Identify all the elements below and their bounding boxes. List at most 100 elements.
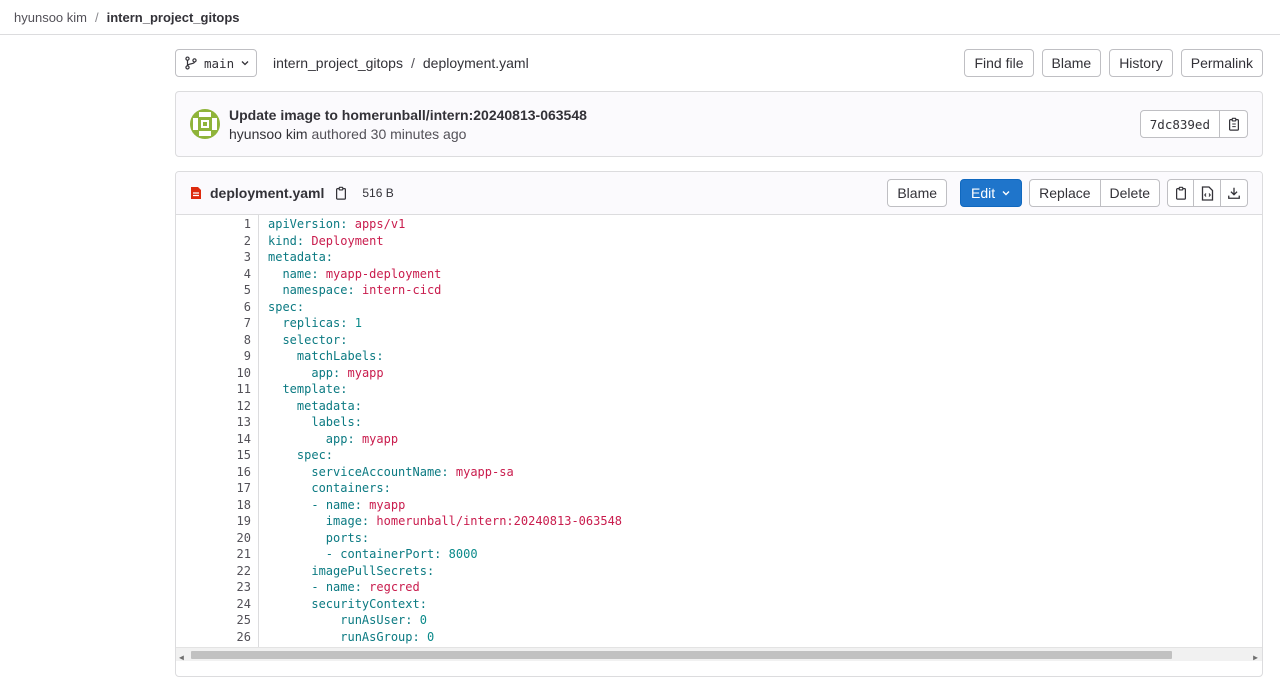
commit-sha[interactable]: 7dc839ed (1139, 110, 1220, 138)
copy-sha-button[interactable] (1220, 110, 1248, 138)
code-line: image: homerunball/intern:20240813-06354… (325, 514, 623, 528)
line-number[interactable]: 2 (176, 233, 251, 250)
line-number[interactable]: 19 (176, 513, 251, 530)
line-number[interactable]: 20 (176, 530, 251, 547)
line-number[interactable]: 25 (176, 612, 251, 629)
line-number[interactable]: 3 (176, 249, 251, 266)
blame-button-top[interactable]: Blame (1041, 49, 1102, 77)
last-commit-panel: Update image to homerunball/intern:20240… (175, 91, 1263, 157)
code-line: app: myapp (311, 365, 384, 380)
line-number[interactable]: 5 (176, 282, 251, 299)
code-line: serviceAccountName: myapp-sa (311, 464, 514, 479)
breadcrumb-user-link[interactable]: hyunsoo kim (14, 10, 87, 25)
chevron-down-icon (1002, 191, 1010, 196)
find-file-button[interactable]: Find file (964, 49, 1034, 77)
line-number[interactable]: 22 (176, 563, 251, 580)
line-number[interactable]: 17 (176, 480, 251, 497)
open-raw-button[interactable] (1194, 179, 1221, 207)
edit-button-label: Edit (971, 185, 996, 201)
scroll-left-icon[interactable]: ◀ (179, 650, 184, 667)
line-number[interactable]: 26 (176, 629, 251, 646)
code-line: - name: myapp (311, 497, 406, 512)
line-number[interactable]: 9 (176, 348, 251, 365)
commit-sha-group: 7dc839ed (1139, 110, 1248, 138)
code-line: kind: Deployment (268, 233, 384, 248)
file-icon-actions (1167, 179, 1248, 207)
line-number[interactable]: 8 (176, 332, 251, 349)
line-number[interactable]: 24 (176, 596, 251, 613)
branch-selector[interactable]: main (175, 49, 257, 77)
line-number[interactable]: 14 (176, 431, 251, 448)
copy-icon (1175, 186, 1186, 200)
line-number[interactable]: 13 (176, 414, 251, 431)
commit-meta: hyunsoo kim authored 30 minutes ago (229, 126, 587, 142)
horizontal-scrollbar[interactable]: ◀ ▶ (176, 647, 1262, 662)
branch-icon (185, 56, 197, 70)
breadcrumb-separator: / (94, 9, 99, 25)
commit-title-link[interactable]: Update image to homerunball/intern:20240… (229, 107, 587, 123)
line-number[interactable]: 6 (176, 299, 251, 316)
line-number[interactable]: 15 (176, 447, 251, 464)
code-line: imagePullSecrets: (311, 563, 435, 578)
code-line: securityContext: (311, 596, 427, 611)
delete-button[interactable]: Delete (1100, 179, 1160, 207)
code-line: app: myapp (325, 431, 399, 446)
code-line: spec: (296, 448, 334, 462)
commit-author-link[interactable]: hyunsoo kim (229, 126, 308, 142)
code-line: containers: (311, 481, 391, 495)
line-number[interactable]: 7 (176, 315, 251, 332)
line-number[interactable]: 21 (176, 546, 251, 563)
scroll-right-icon[interactable]: ▶ (1253, 650, 1258, 667)
line-number[interactable]: 18 (176, 497, 251, 514)
line-number[interactable]: 12 (176, 398, 251, 415)
line-number[interactable]: 11 (176, 381, 251, 398)
replace-delete-group: Replace Delete (1029, 179, 1160, 207)
history-button[interactable]: History (1109, 49, 1173, 77)
line-number[interactable]: 4 (176, 266, 251, 283)
code-line: selector: (282, 332, 348, 347)
line-number[interactable]: 16 (176, 464, 251, 481)
code-view: 1 2 3 4 5 6 7 8 9 10 11 12 13 14 15 16 17 18 19 20 21 22 23 24 2… (176, 215, 1262, 662)
top-actions: Find file Blame History Permalink (964, 49, 1263, 77)
line-numbers: 1 2 3 4 5 6 7 8 9 10 11 12 13 14 15 16 17 18 19 20 21 22 23 24 2… (176, 215, 259, 661)
code-line: name: myapp-deployment (282, 266, 442, 281)
line-number[interactable]: 10 (176, 365, 251, 382)
line-number[interactable]: 23 (176, 579, 251, 596)
file-name: deployment.yaml (210, 185, 325, 201)
code-lines: apiVersion: apps/v1 kind: Deployment metad… (259, 215, 622, 661)
code-line: matchLabels: (296, 349, 384, 363)
code-line: runAsGroup: 0 (340, 629, 435, 644)
commit-info: Update image to homerunball/intern:20240… (229, 107, 587, 142)
code-line: namespace: intern-cicd (282, 283, 442, 297)
file-viewer: deployment.yaml 516 B Blame Edit Replace… (175, 171, 1263, 677)
code-line: metadata: (296, 398, 362, 413)
file-actions: Blame Edit Replace Delete (887, 179, 1248, 207)
copy-file-path-button[interactable] (334, 186, 348, 200)
breadcrumb: hyunsoo kim / intern_project_gitops (0, 0, 1280, 35)
scrollbar-thumb[interactable] (191, 651, 1172, 659)
file-header: deployment.yaml 516 B Blame Edit Replace… (176, 172, 1262, 215)
code-line: template: (282, 382, 348, 396)
avatar[interactable] (190, 109, 220, 139)
edit-button[interactable]: Edit (960, 179, 1023, 207)
copy-contents-button[interactable] (1167, 179, 1194, 207)
code-line: spec: (268, 299, 305, 314)
code-line: labels: (311, 415, 362, 429)
breadcrumb-project-link[interactable]: intern_project_gitops (107, 10, 240, 25)
permalink-button[interactable]: Permalink (1180, 49, 1263, 77)
code-line: metadata: (268, 250, 334, 264)
replace-button[interactable]: Replace (1029, 179, 1101, 207)
commit-time: 30 minutes ago (370, 125, 467, 142)
line-number[interactable]: 1 (176, 216, 251, 233)
code-line: - containerPort: 8000 (325, 547, 478, 561)
download-icon (1228, 187, 1240, 199)
file-code-icon (1201, 185, 1213, 201)
code-line: - name: regcred (311, 580, 420, 594)
branch-name: main (204, 55, 235, 71)
path-project-link[interactable]: intern_project_gitops (273, 55, 403, 71)
blame-button[interactable]: Blame (887, 179, 948, 207)
file-toolbar: main intern_project_gitops / deployment.… (175, 49, 1263, 77)
download-button[interactable] (1221, 179, 1248, 207)
code-line: runAsUser: 0 (340, 613, 427, 627)
code-line: apiVersion: apps/v1 (268, 217, 406, 231)
